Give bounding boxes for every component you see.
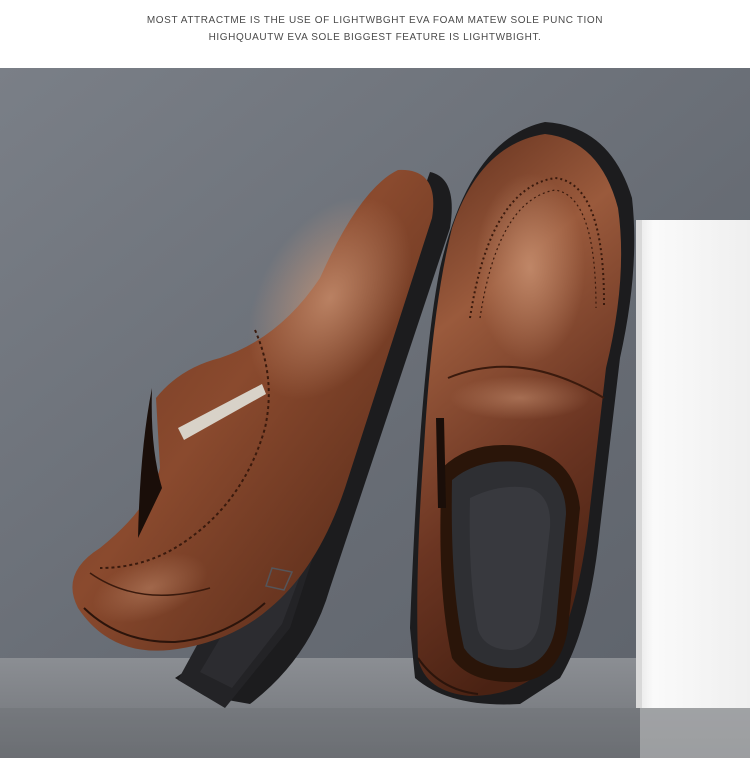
caption-line-1: MOST ATTRACTME IS THE USE OF LIGHTWBGHT …: [146, 15, 604, 26]
caption: MOST ATTRACTME IS THE USE OF LIGHTWBGHT …: [0, 12, 750, 46]
product-photo: [0, 68, 750, 758]
product-page: MOST ATTRACTME IS THE USE OF LIGHTWBGHT …: [0, 0, 750, 758]
floor-reflection: [0, 708, 750, 758]
caption-line-2: HIGHQUAUTW EVA SOLE BIGGEST FEATURE IS L…: [208, 32, 542, 43]
white-box: [636, 220, 750, 758]
product-photo-illustration: [0, 68, 750, 758]
